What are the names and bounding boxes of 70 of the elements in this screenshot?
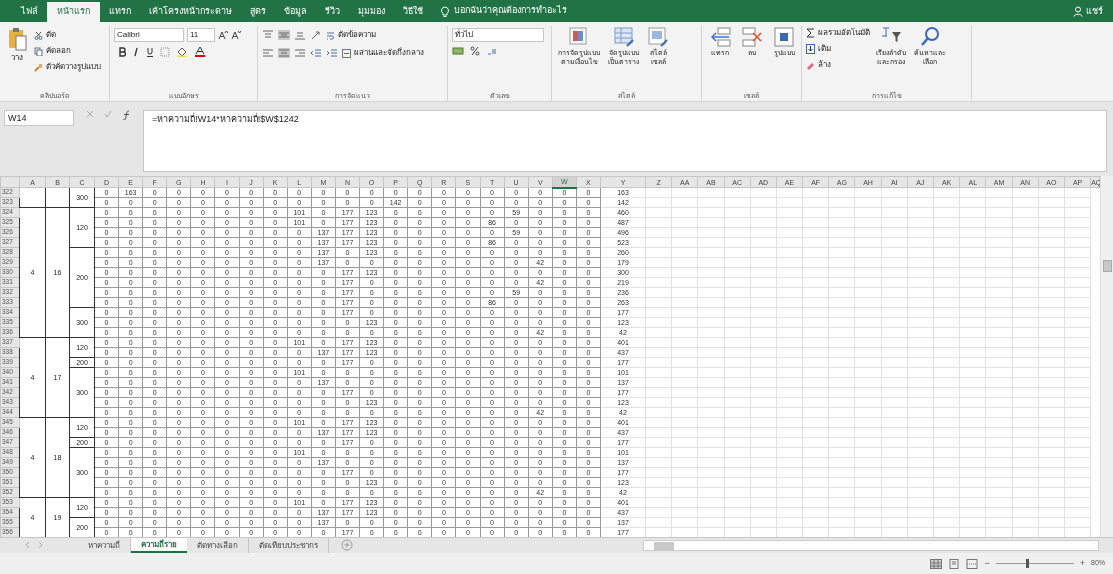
bold-icon[interactable] (118, 46, 126, 57)
brush-icon (34, 62, 43, 72)
decimal-icon[interactable] (486, 46, 498, 56)
ribbon-tab[interactable]: มุมมอง (349, 2, 394, 22)
copy-icon (34, 46, 43, 56)
ribbon-tab[interactable]: วิธีใช้ (394, 2, 432, 22)
decrease-indent-icon[interactable] (310, 48, 322, 58)
percent-icon[interactable] (470, 46, 480, 56)
zoom-out-button[interactable]: − (984, 556, 990, 571)
increase-indent-icon[interactable] (326, 48, 338, 58)
ribbon-tab[interactable]: แทรก (100, 2, 140, 22)
ribbon-tab[interactable]: สูตร (241, 2, 275, 22)
ribbon-tab[interactable]: รีวิว (316, 2, 349, 22)
conditional-format-icon (568, 26, 590, 48)
align-bottom-icon[interactable] (294, 30, 306, 40)
sheet-tab[interactable]: ความถี่ราย (131, 538, 187, 553)
zoom-in-button[interactable]: + (1079, 556, 1085, 571)
align-left-icon[interactable] (262, 48, 274, 58)
tell-me-field[interactable]: บอกฉันว่าคุณต้องการทำอะไร (454, 3, 567, 17)
orientation-icon[interactable] (310, 30, 322, 40)
zoom-slider-thumb[interactable] (1025, 559, 1029, 568)
number-format-field[interactable]: ทั่วไป (452, 28, 544, 42)
align-top-icon[interactable] (262, 30, 274, 40)
shrink-font-icon[interactable] (231, 30, 241, 40)
font-color-icon[interactable] (194, 46, 206, 57)
currency-icon[interactable] (452, 46, 464, 56)
horizontal-scrollbar[interactable] (643, 540, 1099, 551)
format-cells-icon (773, 26, 795, 48)
clipboard-icon (7, 26, 27, 52)
wrap-text-button[interactable]: ตัดข้อความ (326, 28, 376, 42)
ribbon-tab[interactable]: ข้อมูล (275, 2, 316, 22)
merge-icon (342, 48, 351, 58)
page-layout-icon[interactable] (948, 558, 961, 569)
vertical-scrollbar[interactable] (1100, 176, 1113, 537)
fill-down-icon (806, 44, 815, 54)
page-break-icon[interactable] (966, 558, 979, 569)
eraser-icon (806, 60, 815, 70)
italic-icon[interactable] (132, 46, 140, 57)
paste-button[interactable]: วาง (4, 26, 30, 91)
function-icon[interactable] (122, 110, 131, 120)
wrap-text-icon (326, 30, 335, 40)
format-painter-button[interactable]: ตัวคัดวางรูปแบบ (34, 60, 101, 74)
font-size-field[interactable]: 11 (187, 28, 215, 42)
fill-color-icon[interactable] (176, 46, 188, 57)
lightbulb-icon[interactable] (440, 6, 450, 18)
fill-button[interactable]: เติม (806, 42, 870, 56)
share-button[interactable]: แชร์ (1086, 4, 1103, 18)
copy-button[interactable]: คัดลอก (34, 44, 101, 58)
sigma-icon (806, 28, 815, 38)
underline-icon[interactable] (146, 46, 154, 57)
ribbon-tab[interactable]: เค้าโครงหน้ากระดาษ (140, 2, 241, 22)
ribbon-tab[interactable]: ไฟล์ (12, 2, 47, 22)
name-box[interactable]: W14 (4, 110, 74, 126)
search-icon (919, 26, 941, 48)
delete-cells-icon (741, 26, 763, 48)
clear-button[interactable]: ล้าง (806, 58, 870, 72)
table-format-icon (612, 26, 635, 48)
normal-view-icon[interactable] (930, 558, 943, 569)
formula-field[interactable]: =หาความถี่!W14*หาความถี่!$W$1242 (143, 110, 1107, 172)
person-icon[interactable] (1073, 6, 1083, 17)
cell-style-icon (647, 26, 669, 48)
align-right-icon[interactable] (294, 48, 306, 58)
font-name-field[interactable]: Calibri (114, 28, 184, 42)
insert-cells-icon (709, 26, 731, 48)
merge-center-button[interactable]: ผสานและจัดกึ่งกลาง (342, 46, 424, 60)
autosum-button[interactable]: ผลรวมอัตโนมัติ (806, 26, 870, 40)
ribbon-tab[interactable]: หน้าแรก (47, 2, 100, 22)
grow-font-icon[interactable] (218, 30, 228, 40)
scissors-icon (34, 30, 43, 40)
cut-button[interactable]: ตัด (34, 28, 101, 42)
